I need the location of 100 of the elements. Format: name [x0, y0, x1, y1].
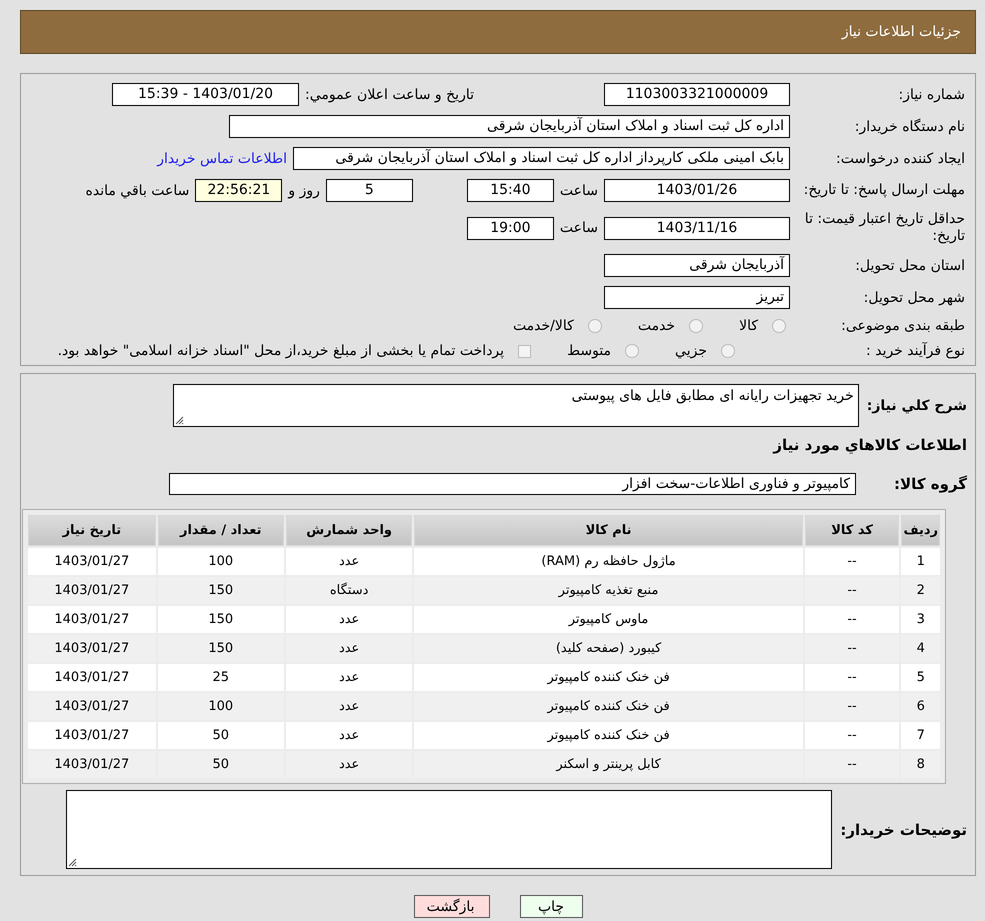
- table-cell: عدد: [286, 751, 412, 778]
- back-button[interactable]: بازگشت: [414, 895, 490, 918]
- table-cell: --: [804, 635, 900, 662]
- table-cell: کابل پرینتر و اسکنر: [414, 751, 803, 778]
- column-header: واحد شمارش: [286, 515, 412, 546]
- field-label: استان محل تحویل:: [854, 258, 965, 274]
- field-label: متوسط: [567, 343, 612, 359]
- table-cell: 8: [901, 751, 940, 778]
- table-cell: عدد: [286, 664, 412, 691]
- text-field[interactable]: اداره کل ثبت اسناد و املاک استان آذربایجان شرقی: [229, 115, 790, 138]
- table-cell: 100: [158, 693, 284, 720]
- radio-button[interactable]: [721, 344, 735, 358]
- print-button[interactable]: چاپ: [520, 895, 582, 918]
- field-label: جزيي: [675, 343, 707, 359]
- field-label: نوع فرآیند خرید :: [865, 343, 965, 359]
- notes-field[interactable]: [66, 790, 832, 869]
- table-cell: 150: [158, 635, 284, 662]
- column-header: تعداد / مقدار: [158, 515, 284, 546]
- table-cell: عدد: [286, 548, 412, 575]
- table-cell: 150: [158, 577, 284, 604]
- table-cell: --: [804, 577, 900, 604]
- field-label: پرداخت تمام یا بخشی از مبلغ خرید،از محل "اسناد خزانه اسلامی" خواهد بود.: [58, 343, 504, 359]
- resize-grip-icon[interactable]: [68, 858, 78, 867]
- field-label: طبقه بندی موضوعی:: [840, 318, 965, 334]
- field-label: کالا/خدمت: [512, 318, 574, 334]
- text-field[interactable]: آذربایجان شرقی: [604, 254, 790, 277]
- table-cell: --: [804, 606, 900, 633]
- text-field[interactable]: 5: [326, 179, 413, 202]
- table-cell: 50: [158, 751, 284, 778]
- resize-grip-icon[interactable]: [174, 416, 184, 425]
- radio-button[interactable]: [625, 344, 640, 358]
- text-field[interactable]: تبریز: [604, 286, 790, 309]
- column-header: نام کالا: [414, 515, 803, 546]
- radio-button[interactable]: [772, 319, 786, 333]
- table-cell: 6: [901, 693, 940, 720]
- description-field[interactable]: خرید تجهیزات رایانه ای مطابق فایل های پیوستی: [172, 384, 859, 427]
- table-cell: 1403/01/27: [28, 606, 156, 633]
- table-cell: 50: [158, 722, 284, 749]
- table-cell: فن خنک کننده کامپیوتر: [414, 722, 803, 749]
- text-field[interactable]: 1403/01/20 - 15:39: [112, 83, 300, 106]
- table-cell: ماوس کامپیوتر: [414, 606, 803, 633]
- table-cell: عدد: [286, 635, 412, 662]
- table-cell: --: [804, 722, 900, 749]
- table-cell: 5: [901, 664, 940, 691]
- column-header: کد کالا: [804, 515, 900, 546]
- table-cell: --: [804, 693, 900, 720]
- table-cell: عدد: [286, 722, 412, 749]
- table-cell: --: [804, 751, 900, 778]
- table-cell: فن خنک کننده کامپیوتر: [414, 693, 803, 720]
- table-cell: --: [804, 664, 900, 691]
- field-label: شرح کلي نیاز:: [866, 398, 967, 414]
- column-header: ردیف: [901, 515, 940, 546]
- field-label: کالا: [739, 318, 758, 334]
- text-field[interactable]: 1403/01/26: [604, 179, 790, 202]
- field-label: توضیحات خریدار:: [840, 820, 967, 838]
- table-cell: 1403/01/27: [28, 548, 156, 575]
- description-text: خرید تجهیزات رایانه ای مطابق فایل های پیوستی: [572, 388, 854, 404]
- text-field[interactable]: 1103003321000009: [604, 83, 790, 106]
- table-cell: 100: [158, 548, 284, 575]
- table-cell: 2: [901, 577, 940, 604]
- table-cell: 25: [158, 664, 284, 691]
- field-label: گروه کالا:: [893, 475, 967, 493]
- checkbox[interactable]: [518, 344, 532, 358]
- text-field[interactable]: 15:40: [466, 179, 554, 202]
- table-cell: 1403/01/27: [28, 693, 156, 720]
- field-label: ایجاد کننده درخواست:: [835, 150, 965, 166]
- table-cell: 1403/01/27: [28, 577, 156, 604]
- text-field[interactable]: 1403/11/16: [604, 216, 790, 240]
- table-cell: ماژول حافظه رم (RAM): [414, 548, 803, 575]
- table-cell: 3: [901, 606, 940, 633]
- table-cell: کیبورد (صفحه کلید): [414, 635, 803, 662]
- page-title: جزئیات اطلاعات نیاز: [842, 24, 961, 40]
- text-field[interactable]: 19:00: [466, 216, 554, 240]
- table-cell: دستگاه: [286, 577, 412, 604]
- field-label: روز و: [288, 182, 320, 198]
- field-label: مهلت ارسال پاسخ: تا تاریخ:: [802, 182, 965, 199]
- table-cell: 4: [901, 635, 940, 662]
- text-field[interactable]: 22:56:21: [195, 179, 282, 202]
- field-label: ساعت: [560, 182, 598, 198]
- table-cell: 150: [158, 606, 284, 633]
- table-cell: منبع تغذیه کامپیوتر: [414, 577, 803, 604]
- table-cell: --: [804, 548, 900, 575]
- radio-button[interactable]: [588, 319, 602, 333]
- field-label: ساعت باقي مانده: [86, 182, 190, 198]
- buyer-contact-link[interactable]: اطلاعات تماس خریدار: [157, 150, 287, 166]
- text-field[interactable]: بابک امینی ملکی کارپرداز اداره کل ثبت اسناد و املاک استان آذربایجان شرقی: [293, 147, 790, 170]
- field-label: حداقل تاریخ اعتبار قیمت: تا تاریخ:: [804, 211, 965, 245]
- table-cell: 1403/01/27: [28, 635, 156, 662]
- table-cell: 1403/01/27: [28, 664, 156, 691]
- table-cell: عدد: [286, 606, 412, 633]
- section-title: اطلاعات کالاهاي مورد نیاز: [772, 436, 967, 454]
- radio-button[interactable]: [689, 319, 704, 333]
- table-cell: 1: [901, 548, 940, 575]
- text-field[interactable]: کامپیوتر و فناوری اطلاعات-سخت افزار: [169, 473, 856, 495]
- column-header: تاریخ نیاز: [28, 515, 156, 546]
- field-label: تاریخ و ساعت اعلان عمومي:: [305, 86, 474, 102]
- table-cell: فن خنک کننده کامپیوتر: [414, 664, 803, 691]
- field-label: شماره نیاز:: [898, 86, 965, 102]
- field-label: نام دستگاه خریدار:: [854, 118, 965, 134]
- field-label: شهر محل تحویل:: [862, 290, 965, 306]
